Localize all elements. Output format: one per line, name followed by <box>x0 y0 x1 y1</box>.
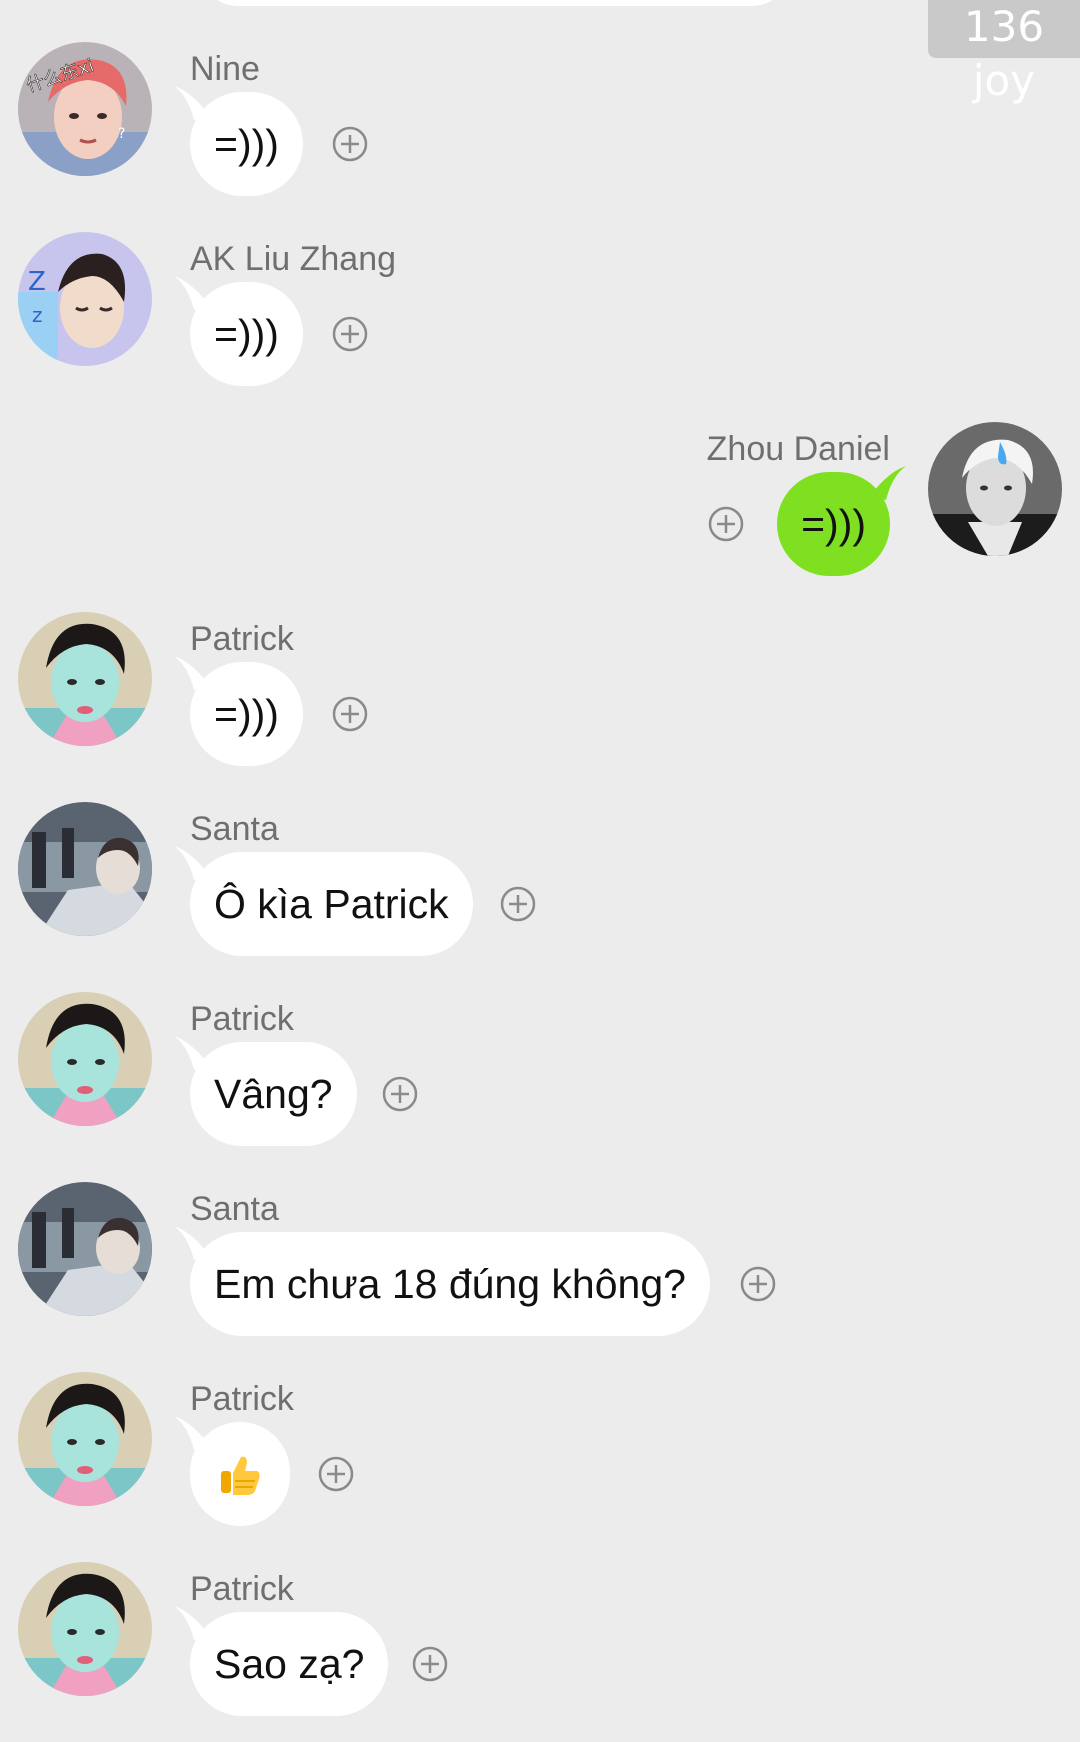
patrick-avatar[interactable] <box>18 612 152 746</box>
message-bubble[interactable]: =))) <box>190 662 303 766</box>
sender-name: Patrick <box>190 1570 294 1608</box>
nine-avatar[interactable]: 什么东xi ? <box>18 42 152 176</box>
message-bubble[interactable]: Sao zạ? <box>190 1612 389 1716</box>
sender-name: Zhou Daniel <box>706 430 890 468</box>
message-bubble[interactable]: =))) <box>777 472 890 576</box>
message-bubble[interactable]: Em chưa 18 đúng không? <box>190 1232 710 1336</box>
previous-message-bubble <box>200 0 790 6</box>
zhou-daniel-avatar[interactable] <box>928 422 1062 556</box>
message-row: Patrick Vâng? <box>0 992 1080 1172</box>
message-row: Patrick <box>0 1372 1080 1552</box>
patrick-avatar[interactable] <box>18 992 152 1126</box>
sender-name: Patrick <box>190 620 294 658</box>
add-reaction-icon[interactable] <box>382 1076 418 1112</box>
ak-liu-zhang-avatar[interactable]: Z z <box>18 232 152 366</box>
thumbs-up-icon <box>221 1456 260 1496</box>
add-reaction-icon[interactable] <box>708 506 744 542</box>
svg-text:?: ? <box>118 126 125 142</box>
message-row: Patrick =))) <box>0 612 1080 792</box>
message-row: 什么东xi ? Nine =))) <box>0 42 1080 222</box>
add-reaction-icon[interactable] <box>332 316 368 352</box>
add-reaction-icon[interactable] <box>332 126 368 162</box>
add-reaction-icon[interactable] <box>740 1266 776 1302</box>
sender-name: Patrick <box>190 1380 294 1418</box>
santa-avatar[interactable] <box>18 1182 152 1316</box>
message-row: Zhou Daniel =))) <box>0 422 1080 602</box>
add-reaction-icon[interactable] <box>332 696 368 732</box>
patrick-avatar[interactable] <box>18 1372 152 1506</box>
add-reaction-icon[interactable] <box>318 1456 354 1492</box>
santa-avatar[interactable] <box>18 802 152 936</box>
svg-text:Z: Z <box>28 267 46 297</box>
message-row: Santa Em chưa 18 đúng không? <box>0 1182 1080 1362</box>
message-bubble[interactable]: Vâng? <box>190 1042 357 1146</box>
sender-name: AK Liu Zhang <box>190 240 397 278</box>
add-reaction-icon[interactable] <box>500 886 536 922</box>
message-row: Santa Ô kìa Patrick <box>0 802 1080 982</box>
message-row: Z z AK Liu Zhang =))) <box>0 232 1080 412</box>
message-bubble[interactable] <box>190 1422 290 1526</box>
message-bubble[interactable]: =))) <box>190 282 303 386</box>
sender-name: Patrick <box>190 1000 294 1038</box>
message-bubble[interactable]: =))) <box>190 92 303 196</box>
sender-name: Santa <box>190 1190 279 1228</box>
svg-text:z: z <box>32 303 43 327</box>
message-row: Patrick Sao zạ? <box>0 1562 1080 1742</box>
message-bubble[interactable]: Ô kìa Patrick <box>190 852 473 956</box>
sender-name: Santa <box>190 810 279 848</box>
add-reaction-icon[interactable] <box>412 1646 448 1682</box>
sender-name: Nine <box>190 50 260 88</box>
patrick-avatar[interactable] <box>18 1562 152 1696</box>
